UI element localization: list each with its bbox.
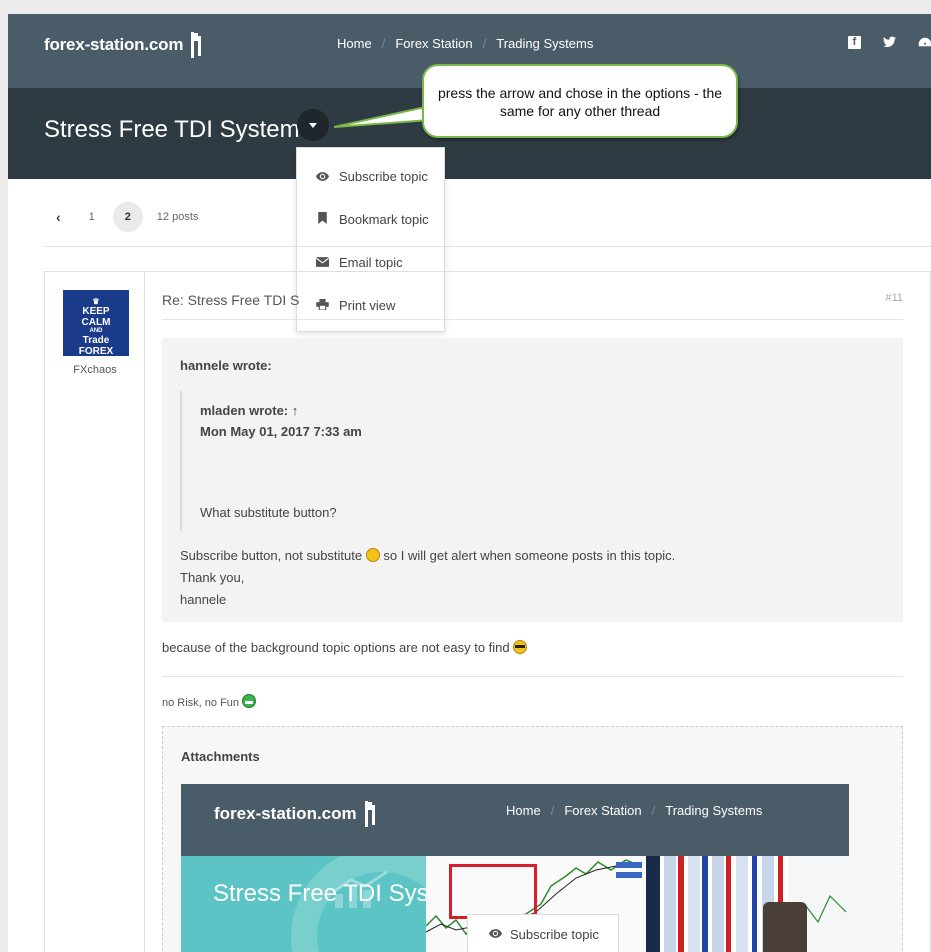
site-logo[interactable]: forex-station.com (44, 32, 205, 58)
screenshot-logo: forex-station.com (214, 801, 379, 827)
bookmark-icon (315, 212, 329, 227)
attachments-title: Attachments (181, 749, 260, 764)
nav-home[interactable]: Home (337, 36, 372, 51)
quote-text: Subscribe button, not substitute so I wi… (180, 545, 885, 611)
attachments-box: Attachments forex-station.com Home / For… (162, 726, 903, 952)
page-link-1[interactable]: 1 (89, 211, 95, 223)
dropdown-item-label: Subscribe topic (339, 169, 428, 184)
wink-smiley-icon (365, 548, 380, 562)
nav-separator: / (381, 36, 386, 51)
nested-quote-date: Mon May 01, 2017 7:33 am (200, 424, 362, 439)
screenshot-dropdown-label: Subscribe topic (510, 926, 599, 942)
logo-text: forex-station.com (44, 35, 184, 54)
page-link-current[interactable]: 2 (112, 202, 143, 232)
logo-mark-icon (189, 32, 205, 58)
facebook-icon[interactable]: f (848, 36, 861, 49)
grin-smiley-icon (242, 694, 257, 708)
annotation-callout: press the arrow and chose in the options… (422, 64, 738, 138)
post-text: because of the background topic options … (162, 640, 528, 655)
quote-line: so I will get alert when someone posts i… (383, 548, 676, 563)
quote-author: hannele wrote: (180, 358, 272, 373)
signature: no Risk, no Fun (162, 694, 257, 709)
avatar-text-line: FOREX (78, 346, 114, 356)
screenshot-nav-item: Trading Systems (665, 803, 763, 818)
divider (162, 676, 903, 677)
logo-mark-icon (363, 801, 379, 827)
callout-text: press the arrow and chose in the options… (437, 85, 723, 119)
screenshot-dropdown: Subscribe topic (467, 914, 619, 952)
cool-smiley-icon (513, 640, 528, 654)
avatar-text-line: Trade (82, 335, 110, 346)
nav-separator: / (651, 803, 656, 818)
screenshot-nav-item: Home (506, 803, 541, 818)
nested-quote-author[interactable]: mladen wrote: ↑ (200, 391, 885, 418)
divider (162, 319, 903, 320)
dashboard-icon[interactable] (918, 36, 931, 49)
post-subject[interactable]: Re: Stress Free TDI S (162, 292, 299, 308)
twitter-icon[interactable] (883, 36, 896, 49)
screenshot-navbar: forex-station.com Home / Forex Station /… (181, 784, 849, 856)
topic-title: Stress Free TDI System (44, 116, 300, 143)
page-frame: forex-station.com Home / Forex Station /… (8, 14, 931, 952)
nav-separator: / (550, 803, 555, 818)
nav-forex-station[interactable]: Forex Station (395, 36, 472, 51)
quote-line: Subscribe button, not substitute (180, 548, 363, 563)
avatar-text-line: AND (89, 328, 103, 334)
post-count: 12 posts (156, 211, 199, 223)
main-nav: Home / Forex Station / Trading Systems (337, 36, 593, 51)
previous-page-icon[interactable]: ‹ (56, 209, 61, 225)
pagination: ‹ 1 2 12 posts (56, 202, 198, 232)
nav-trading-systems[interactable]: Trading Systems (496, 36, 593, 51)
divider (44, 246, 931, 247)
attachment-image[interactable]: forex-station.com Home / Forex Station /… (181, 784, 849, 952)
post-text-line: because of the background topic options … (162, 640, 510, 655)
crown-icon: ♛ (92, 297, 100, 306)
post-11: ♛ KEEP CALM AND Trade FOREX FXchaos Re: … (44, 271, 931, 952)
avatar[interactable]: ♛ KEEP CALM AND Trade FOREX (63, 290, 129, 356)
dropdown-item-label: Bookmark topic (339, 212, 429, 227)
cat-silhouette-image (763, 902, 807, 952)
eye-icon (488, 927, 502, 941)
quote-line: hannele (180, 592, 227, 607)
nav-separator: / (482, 36, 487, 51)
screenshot-nav: Home / Forex Station / Trading Systems (506, 803, 762, 818)
avatar-text-line: CALM (81, 317, 111, 328)
quote-line: Thank you, (180, 570, 245, 585)
topic-options-arrow-button[interactable] (297, 109, 329, 141)
callout-pointer (334, 104, 431, 128)
post-number[interactable]: #11 (885, 292, 903, 304)
quote-block: hannele wrote: mladen wrote: ↑ Mon May 0… (162, 338, 903, 622)
screenshot-topic-title: Stress Free TDI Syst (213, 880, 436, 907)
dropdown-subscribe-topic[interactable]: Subscribe topic (297, 155, 444, 198)
social-links: f (848, 36, 931, 49)
nested-quote-text: What substitute button? (200, 505, 337, 520)
nested-quote-block: mladen wrote: ↑ Mon May 01, 2017 7:33 am… (180, 391, 885, 531)
screenshot-nav-item: Forex Station (564, 803, 642, 818)
dropdown-item-label: Email topic (339, 255, 403, 270)
eye-icon (315, 170, 329, 184)
screenshot-logo-text: forex-station.com (214, 804, 357, 823)
dropdown-bookmark-topic[interactable]: Bookmark topic (297, 198, 444, 241)
highlight-box (449, 864, 537, 919)
post-author-panel: ♛ KEEP CALM AND Trade FOREX FXchaos (45, 272, 145, 952)
avatar-text-line: KEEP (82, 306, 110, 317)
signature-text: no Risk, no Fun (162, 697, 240, 709)
envelope-icon (315, 256, 329, 270)
author-name[interactable]: FXchaos (45, 364, 145, 376)
